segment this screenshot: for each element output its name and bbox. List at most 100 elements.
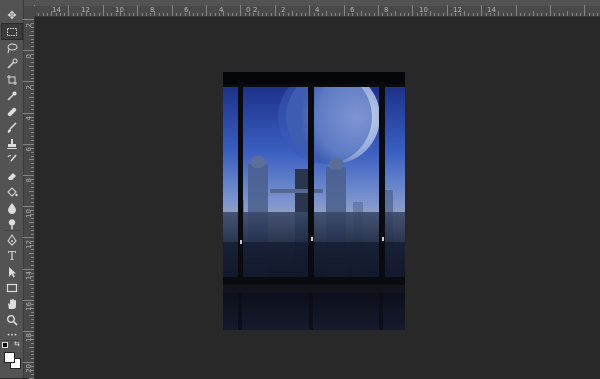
ruler-tick [326,11,328,16]
ruler-tick [502,13,504,16]
history-brush-tool[interactable] [2,152,22,167]
ruler-tick [249,13,250,16]
ruler-tick [31,186,34,188]
pen-tool[interactable] [2,232,22,247]
ruler-tick [347,13,349,16]
ruler-tick [365,13,367,16]
zoom-tool[interactable] [2,312,22,327]
ruler-tick [31,214,34,215]
ruler-tick [23,331,34,332]
horizontal-ruler[interactable]: 14 12 10 8 6 4 2 0 2 4 6 8 10 12 14 [24,5,600,17]
move-tool[interactable]: ✥ [2,8,22,23]
ruler-tick [494,13,496,16]
ruler-tick [31,69,34,71]
ruler-tick [416,13,418,16]
healing-tool[interactable] [2,104,22,119]
ruler-tick [31,22,34,24]
ruler-tick [231,13,233,16]
ruler-tick [575,13,577,16]
foreground-color-swatch[interactable] [4,352,15,363]
crop-tool[interactable] [2,72,22,87]
ruler-origin[interactable] [24,6,35,17]
ruler-tick [81,13,83,16]
eyedropper-tool[interactable] [2,88,22,103]
ruler-tick [528,13,530,16]
ruler-tick [23,143,34,145]
zoom-icon [6,314,18,326]
ruler-tick [446,5,448,16]
ruler-tick [532,11,534,16]
shape-tool[interactable] [2,280,22,295]
ruler-tick [580,13,582,16]
paint-bucket-icon [6,186,18,198]
ruler-tick [236,13,238,16]
ruler-tick [31,132,34,134]
ruler-tick [31,323,34,325]
rect-marquee-icon [6,26,18,38]
paint-bucket-tool[interactable] [2,184,22,199]
ruler-tick [433,13,435,16]
lasso-tool[interactable] [2,40,22,55]
eraser-icon [6,170,18,182]
ruler-tick [29,128,34,130]
ruler-tick [31,77,34,79]
path-select-tool[interactable] [2,264,22,279]
ruler-tick [31,42,34,44]
ruler-tick [31,295,34,297]
hand-tool[interactable] [2,296,22,311]
ruler-tick [23,19,34,20]
ruler-tick [141,13,143,16]
ruler-tick [31,249,34,251]
ruler-tick [31,178,34,180]
quick-select-tool[interactable] [2,56,22,71]
ruler-tick [31,151,34,153]
ruler-tick [94,13,96,16]
ruler-tick [395,11,397,16]
ruler-tick [59,13,61,16]
ruler-tick [128,13,130,16]
ruler-tick [31,93,34,95]
ruler-tick [399,13,401,16]
ruler-tick [31,167,34,169]
vertical-ruler[interactable]: 2 0 2 4 6 8 10 12 14 16 18 20 [23,17,35,379]
eraser-tool[interactable] [2,168,22,183]
ruler-tick [31,163,34,165]
ruler-tick [373,13,375,16]
ruler-tick [519,13,521,16]
ruler-tick [31,108,34,110]
ruler-tick [29,315,34,317]
brush-tool[interactable] [2,120,22,135]
ruler-tick [31,89,34,91]
history-brush-icon [6,154,18,166]
blur-tool[interactable] [2,200,22,215]
ruler-tick [31,350,34,352]
lasso-icon [6,42,18,54]
marquee-tool[interactable] [1,23,23,40]
ruler-tick [180,13,182,16]
ruler-tick [31,171,34,173]
ruler-tick [31,256,34,258]
clone-stamp-tool[interactable] [2,136,22,151]
ruler-tick [85,11,87,16]
ruler-tick [31,358,34,360]
ruler-tick [567,11,569,16]
ruler-tick [23,237,34,239]
ruler-tick [352,13,354,16]
ruler-tick [107,13,109,16]
ruler-tick [31,276,34,278]
ruler-tick [382,13,384,16]
document-canvas[interactable] [223,72,405,330]
ruler-tick [31,61,34,63]
type-tool[interactable]: T [2,248,22,263]
ruler-tick [31,116,34,118]
ruler-tick [29,159,34,161]
ruler-tick [588,13,590,16]
dodge-tool[interactable] [2,216,22,231]
ruler-tick [31,319,34,321]
ruler-tick [23,362,34,364]
ruler-tick [55,13,57,16]
default-colors-icon[interactable] [2,342,8,348]
ruler-tick [64,13,66,16]
ruler-tick [31,288,34,290]
swap-colors-icon[interactable]: ⇆ [14,341,21,348]
